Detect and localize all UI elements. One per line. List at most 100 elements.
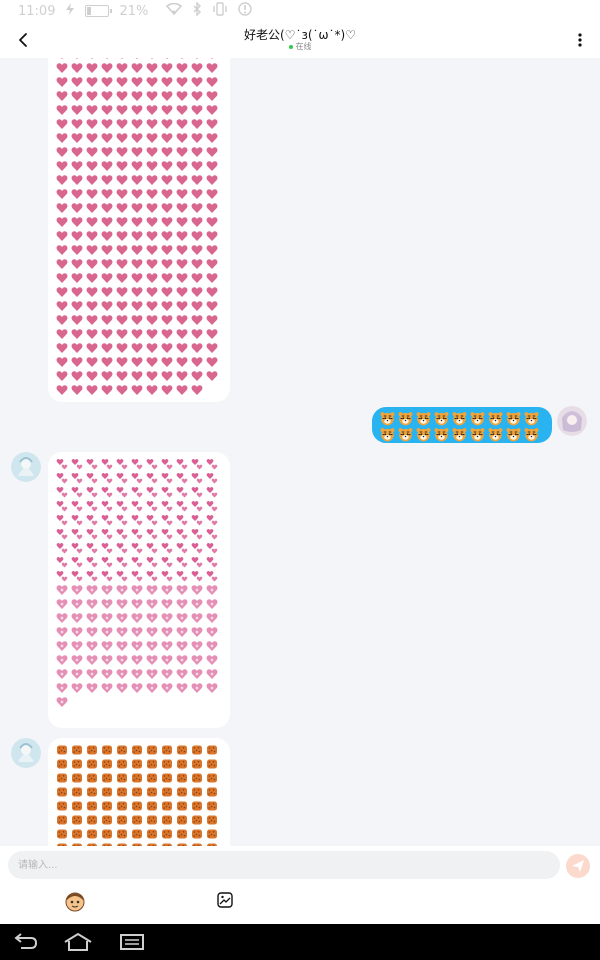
sparkling-heart-icon	[71, 626, 83, 638]
send-button[interactable]	[566, 854, 590, 878]
cookie-icon	[56, 786, 68, 798]
heart-icon	[176, 272, 188, 284]
cookie-icon	[146, 772, 158, 784]
two-hearts-icon	[176, 556, 188, 568]
tiger-icon	[434, 411, 449, 426]
heart-icon	[71, 58, 83, 60]
heart-icon	[161, 342, 173, 354]
heart-icon	[161, 174, 173, 186]
heart-icon	[116, 104, 128, 116]
heart-icon	[206, 370, 218, 382]
heart-icon	[191, 216, 203, 228]
heart-icon	[161, 146, 173, 158]
heart-icon	[116, 58, 128, 60]
two-hearts-icon	[206, 542, 218, 554]
image-button[interactable]	[216, 891, 234, 909]
more-options-button[interactable]	[572, 30, 588, 50]
sparkling-heart-icon	[116, 612, 128, 624]
heart-icon	[56, 58, 68, 60]
two-hearts-icon	[101, 570, 113, 582]
two-hearts-icon	[161, 458, 173, 470]
heart-icon	[116, 174, 128, 186]
sparkling-heart-icon	[101, 584, 113, 596]
status-time: 11:09	[18, 3, 56, 19]
heart-icon	[131, 370, 143, 382]
two-hearts-icon	[86, 528, 98, 540]
two-hearts-icon	[56, 570, 68, 582]
sparkling-heart-icon	[206, 626, 218, 638]
heart-icon	[101, 132, 113, 144]
heart-icon	[86, 62, 98, 74]
tiger-icon	[470, 427, 485, 442]
two-hearts-icon	[176, 528, 188, 540]
cookie-icon	[131, 744, 143, 756]
sparkling-heart-icon	[86, 612, 98, 624]
heart-icon	[146, 188, 158, 200]
system-nav-bar	[0, 924, 600, 960]
cookie-icon	[206, 786, 218, 798]
heart-icon	[116, 230, 128, 242]
sparkling-heart-icon	[116, 668, 128, 680]
heart-icon	[161, 62, 173, 74]
heart-icon	[146, 132, 158, 144]
back-button[interactable]	[14, 30, 34, 50]
send-icon	[572, 860, 584, 872]
heart-icon	[56, 384, 68, 396]
message-bubble-received[interactable]	[48, 58, 230, 402]
tiger-icon	[452, 411, 467, 426]
heart-icon	[206, 286, 218, 298]
message-bubble-sent[interactable]	[372, 407, 552, 443]
heart-icon	[191, 174, 203, 186]
cookie-icon	[86, 758, 98, 770]
heart-icon	[101, 356, 113, 368]
heart-icon	[191, 76, 203, 88]
two-hearts-icon	[56, 486, 68, 498]
heart-icon	[56, 370, 68, 382]
my-avatar[interactable]	[557, 406, 587, 436]
heart-icon	[86, 132, 98, 144]
sparkling-heart-icon	[176, 654, 188, 666]
heart-icon	[116, 244, 128, 256]
sparkling-heart-icon	[206, 668, 218, 680]
two-hearts-icon	[86, 486, 98, 498]
cookie-icon	[176, 800, 188, 812]
message-list[interactable]	[0, 58, 600, 846]
nav-home-button[interactable]	[62, 932, 94, 956]
heart-icon	[161, 230, 173, 242]
nav-recents-button[interactable]	[119, 932, 145, 956]
heart-icon	[116, 76, 128, 88]
tiger-icon	[398, 411, 413, 426]
message-bubble-received[interactable]	[48, 452, 230, 728]
cookie-icon	[131, 786, 143, 798]
tiger-icon	[506, 427, 521, 442]
sparkling-heart-icon	[176, 640, 188, 652]
two-hearts-icon	[161, 556, 173, 568]
heart-icon	[101, 90, 113, 102]
heart-icon	[86, 370, 98, 382]
heart-icon	[206, 188, 218, 200]
sparkling-heart-icon	[71, 584, 83, 596]
cookie-icon	[86, 828, 98, 840]
cookie-icon	[116, 786, 128, 798]
heart-icon	[191, 272, 203, 284]
heart-icon	[176, 90, 188, 102]
two-hearts-icon	[206, 458, 218, 470]
heart-icon	[56, 300, 68, 312]
sparkling-heart-icon	[116, 626, 128, 638]
heart-icon	[191, 244, 203, 256]
heart-icon	[116, 384, 128, 396]
message-input[interactable]	[8, 851, 560, 879]
nav-back-button[interactable]	[13, 932, 39, 956]
heart-icon	[131, 90, 143, 102]
cookie-icon	[56, 772, 68, 784]
tiger-icon	[524, 427, 539, 442]
emoji-button[interactable]	[64, 891, 86, 913]
heart-icon	[146, 314, 158, 326]
heart-icon	[116, 90, 128, 102]
tiger-icon	[506, 411, 521, 426]
sparkling-heart-icon	[146, 626, 158, 638]
contact-avatar[interactable]	[11, 452, 41, 482]
two-hearts-icon	[131, 486, 143, 498]
contact-avatar[interactable]	[11, 738, 41, 768]
message-bubble-received[interactable]	[48, 738, 230, 846]
